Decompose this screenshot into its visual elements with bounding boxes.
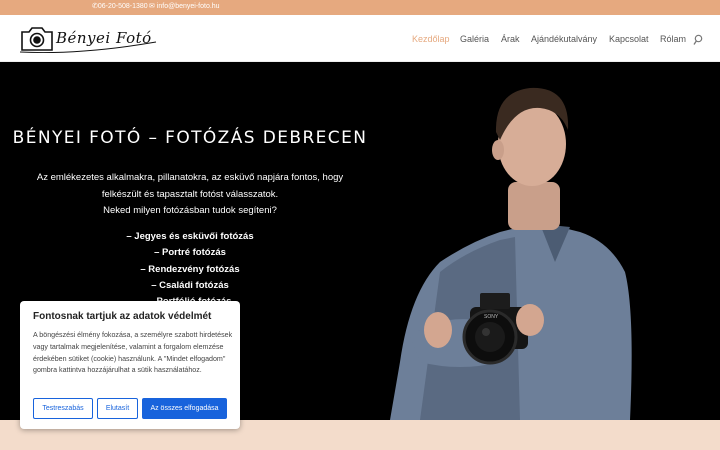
cookie-title: Fontosnak tartjuk az adatok védelmét <box>33 311 212 322</box>
search-icon[interactable] <box>693 34 703 46</box>
main-nav: Kezdőlap Galéria Árak Ajándékutalvány Ka… <box>0 34 720 46</box>
phone-link[interactable]: ✆06-20-508-1380 <box>92 2 148 10</box>
service-item: – Rendezvény fotózás <box>140 263 240 275</box>
site-header: Bényei Fotó Kezdőlap Galéria Árak Ajándé… <box>0 15 720 62</box>
cookie-consent-banner: Fontosnak tartjuk az adatok védelmét A b… <box>20 301 240 429</box>
nav-arak[interactable]: Árak <box>501 34 520 44</box>
service-item: – Portré fotózás <box>154 247 226 259</box>
nav-ajandekutalvany[interactable]: Ajándékutalvány <box>531 34 597 44</box>
photographer-portrait: SONY <box>390 87 632 420</box>
cookie-text: A böngészési élmény fokozása, a személyr… <box>33 331 233 375</box>
accept-all-button[interactable]: Az összes elfogadása <box>142 398 227 419</box>
hero-title: BÉNYEI FOTÓ – FOTÓZÁS DEBRECEN <box>12 128 368 148</box>
email-link[interactable]: ✉ info@benyei-foto.hu <box>149 2 220 10</box>
intro-line: Neked milyen fotózásban tudok segíteni? <box>103 205 277 216</box>
envelope-icon: ✉ <box>149 3 157 10</box>
service-list: – Jegyes és esküvői fotózás – Portré fot… <box>30 229 350 310</box>
nav-galeria[interactable]: Galéria <box>460 34 489 44</box>
nav-kezdolap[interactable]: Kezdőlap <box>412 34 450 44</box>
nav-rolam[interactable]: Rólam <box>660 34 686 44</box>
nav-kapcsolat[interactable]: Kapcsolat <box>609 34 649 44</box>
hero-intro: Az emlékezetes alkalmakra, pillanatokra,… <box>30 170 350 220</box>
reject-button[interactable]: Elutasít <box>97 398 138 419</box>
email-address: info@benyei-foto.hu <box>156 3 220 10</box>
customize-button[interactable]: Testreszabás <box>33 398 93 419</box>
camera-brand-label: SONY <box>484 314 499 320</box>
service-item: – Jegyes és esküvői fotózás <box>126 231 254 242</box>
phone-number: 06-20-508-1380 <box>97 3 148 10</box>
top-bar: ✆06-20-508-1380 ✉ info@benyei-foto.hu <box>0 0 720 15</box>
intro-line: felkészült és tapasztalt fotóst válassza… <box>101 188 279 200</box>
service-item: – Családi fotózás <box>151 279 229 291</box>
intro-line: Az emlékezetes alkalmakra, pillanatokra,… <box>36 172 344 183</box>
